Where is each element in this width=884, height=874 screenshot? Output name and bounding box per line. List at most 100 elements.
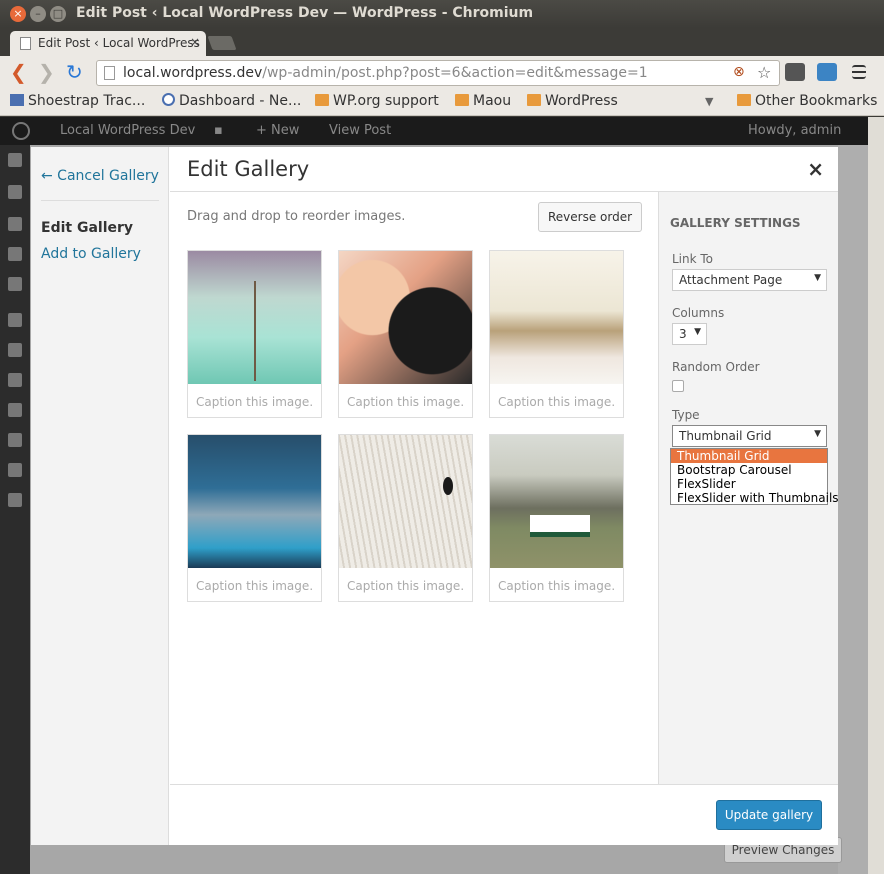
bookmark-star-icon[interactable]: ☆ xyxy=(757,63,771,82)
wordpress-logo-icon[interactable] xyxy=(12,122,30,140)
window-titlebar: × – □ Edit Post ‹ Local WordPress Dev — … xyxy=(0,0,884,28)
gallery-thumbnail[interactable] xyxy=(188,435,321,568)
browser-tab[interactable]: Edit Post ‹ Local WordPress × xyxy=(10,31,206,56)
other-bookmarks[interactable]: Other Bookmarks xyxy=(737,93,877,109)
caption-field[interactable]: Caption this image… xyxy=(196,395,314,409)
caption-field[interactable]: Caption this image… xyxy=(347,579,465,593)
new-tab-button[interactable] xyxy=(207,36,237,50)
pages-icon[interactable] xyxy=(8,247,22,261)
link-to-select[interactable]: Attachment Page ▼ xyxy=(672,269,827,291)
screenshot-extension-icon[interactable] xyxy=(817,63,837,81)
settings-heading: GALLERY SETTINGS xyxy=(670,216,801,230)
bookmark-item[interactable]: Shoestrap Trac... xyxy=(10,93,145,109)
gallery-item[interactable]: Caption this image… xyxy=(338,250,473,418)
back-icon[interactable]: ❮ xyxy=(10,62,27,82)
gallery-thumbnail[interactable] xyxy=(339,435,472,568)
caption-field[interactable]: Caption this image… xyxy=(498,395,616,409)
window-maximize-button[interactable]: □ xyxy=(50,6,66,22)
tab-label: Edit Post ‹ Local WordPress xyxy=(38,36,200,50)
gallery-item[interactable]: Caption this image… xyxy=(187,434,322,602)
admin-bar-new[interactable]: + New xyxy=(256,123,299,138)
menu-item-add-to-gallery[interactable]: Add to Gallery xyxy=(41,246,141,262)
gallery-thumbnail[interactable] xyxy=(339,251,472,384)
window-close-button[interactable]: × xyxy=(10,6,26,22)
tab-close-icon[interactable]: × xyxy=(190,35,200,49)
type-option[interactable]: FlexSlider xyxy=(671,477,827,491)
type-option[interactable]: Thumbnail Grid xyxy=(671,449,827,463)
plugins-icon[interactable] xyxy=(8,343,22,357)
bookmark-folder[interactable]: WP.org support xyxy=(315,93,439,109)
admin-bar-site[interactable]: Local WordPress Dev xyxy=(60,123,195,138)
gallery-thumbnail[interactable] xyxy=(490,251,623,384)
url-host: local.wordpress.dev xyxy=(123,65,263,81)
caption-field[interactable]: Caption this image… xyxy=(196,579,314,593)
browser-toolbar: ❮ ❯ ↻ local.wordpress.dev/wp-admin/post.… xyxy=(0,56,884,90)
random-order-checkbox[interactable] xyxy=(672,380,684,392)
edit-gallery-modal: ← Cancel Gallery Edit Gallery Add to Gal… xyxy=(31,147,839,845)
menu-item-edit-gallery[interactable]: Edit Gallery xyxy=(41,220,133,236)
bookmark-folder[interactable]: Maou xyxy=(455,93,511,109)
appearance-icon[interactable] xyxy=(8,313,22,327)
tools-icon[interactable] xyxy=(8,403,22,417)
link-to-label: Link To xyxy=(672,252,714,266)
pocket-extension-icon[interactable] xyxy=(785,63,805,81)
folder-icon xyxy=(315,94,329,106)
caption-field[interactable]: Caption this image… xyxy=(498,579,616,593)
folder-icon xyxy=(455,94,469,106)
page-scrollbar[interactable] xyxy=(868,117,884,874)
admin-bar-view-post[interactable]: View Post xyxy=(329,123,391,138)
window-minimize-button[interactable]: – xyxy=(30,6,46,22)
columns-label: Columns xyxy=(672,306,725,320)
media-menu: ← Cancel Gallery Edit Gallery Add to Gal… xyxy=(31,147,169,845)
url-path: /wp-admin/post.php?post=6&action=edit&me… xyxy=(262,65,648,81)
post-sidebar-backdrop xyxy=(838,145,868,874)
site-icon xyxy=(10,94,24,106)
users-icon[interactable] xyxy=(8,373,22,387)
address-bar[interactable]: local.wordpress.dev/wp-admin/post.php?po… xyxy=(96,60,780,86)
reverse-order-button[interactable]: Reverse order xyxy=(538,202,642,232)
bookmark-folder[interactable]: WordPress xyxy=(527,93,618,109)
gallery-item[interactable]: Caption this image… xyxy=(489,434,624,602)
page-icon xyxy=(104,66,115,80)
window-title: Edit Post ‹ Local WordPress Dev — WordPr… xyxy=(76,5,534,21)
bookmark-item[interactable]: Dashboard - Ne... xyxy=(162,93,301,109)
bookmarks-overflow-icon[interactable]: ▼ xyxy=(705,95,713,108)
gallery-item[interactable]: Caption this image… xyxy=(489,250,624,418)
dashboard-icon[interactable] xyxy=(8,153,22,167)
collapse-menu-icon[interactable] xyxy=(8,493,22,507)
menu-divider xyxy=(41,200,159,201)
type-dropdown-list: Thumbnail Grid Bootstrap Carousel FlexSl… xyxy=(670,448,839,505)
wp-admin-bar: Local WordPress Dev ▪ + New View Post Ho… xyxy=(0,117,884,145)
folder-icon xyxy=(737,94,751,106)
gallery-item[interactable]: Caption this image… xyxy=(338,434,473,602)
columns-select[interactable]: 3 ▼ xyxy=(672,323,707,345)
update-gallery-button[interactable]: Update gallery xyxy=(716,800,822,830)
cancel-gallery-link[interactable]: ← Cancel Gallery xyxy=(41,168,159,184)
bookmarks-bar: Shoestrap Trac... Dashboard - Ne... WP.o… xyxy=(0,90,884,116)
type-option[interactable]: FlexSlider with Thumbnails xyxy=(671,491,839,505)
type-select[interactable]: Thumbnail Grid ▼ xyxy=(672,425,827,447)
random-order-label: Random Order xyxy=(672,360,760,374)
tab-strip: Edit Post ‹ Local WordPress × xyxy=(0,28,884,56)
media-icon[interactable] xyxy=(8,217,22,231)
posts-icon[interactable] xyxy=(8,185,22,199)
cookie-blocked-icon[interactable]: ⊗ xyxy=(733,64,745,80)
admin-bar-howdy[interactable]: Howdy, admin xyxy=(748,123,841,138)
reload-icon[interactable]: ↻ xyxy=(66,62,83,82)
wp-admin-sidebar xyxy=(0,145,30,874)
drag-hint: Drag and drop to reorder images. xyxy=(187,209,406,224)
gallery-item[interactable]: Caption this image… xyxy=(187,250,322,418)
settings-icon[interactable] xyxy=(8,433,22,447)
modal-title: Edit Gallery xyxy=(187,157,310,181)
caption-field[interactable]: Caption this image… xyxy=(347,395,465,409)
comments-icon[interactable]: ▪ xyxy=(214,123,223,138)
close-icon[interactable]: × xyxy=(807,157,824,181)
comments-icon[interactable] xyxy=(8,277,22,291)
chevron-down-icon: ▼ xyxy=(694,327,701,337)
type-option[interactable]: Bootstrap Carousel xyxy=(671,463,827,477)
gallery-thumbnail[interactable] xyxy=(490,435,623,568)
forward-icon[interactable]: ❯ xyxy=(38,62,55,82)
gallery-thumbnail[interactable] xyxy=(188,251,321,384)
chrome-menu-icon[interactable] xyxy=(852,65,866,79)
gear-icon[interactable] xyxy=(8,463,22,477)
